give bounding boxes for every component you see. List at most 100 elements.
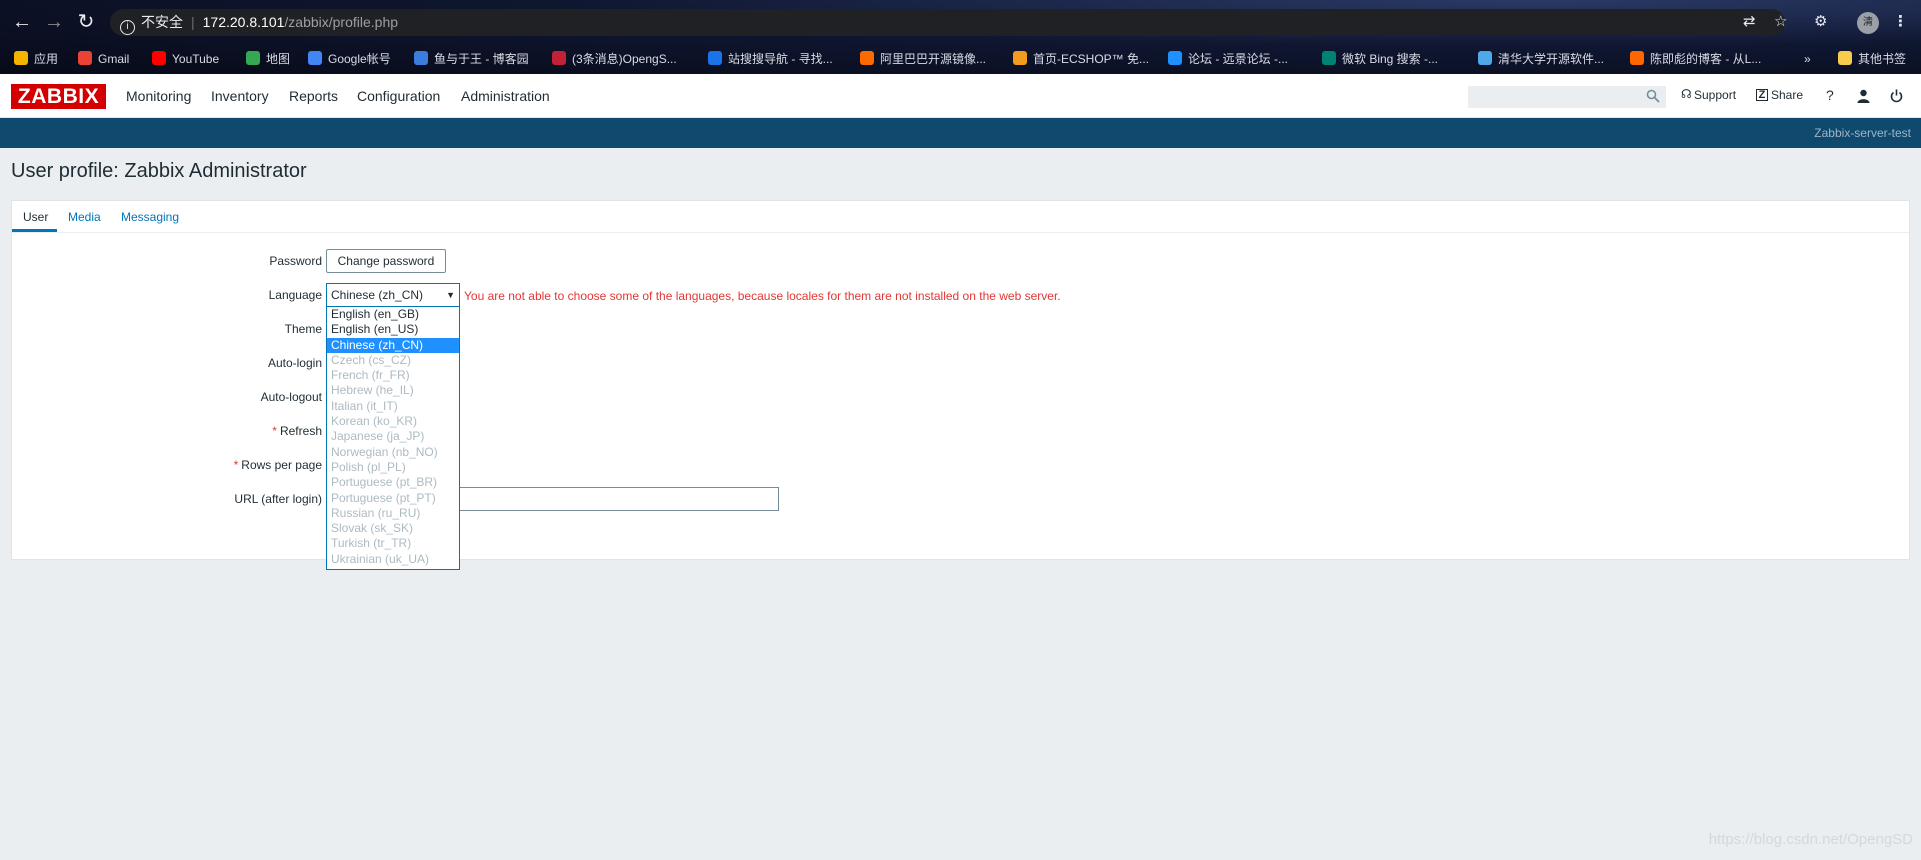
bookmark-item[interactable]: 微软 Bing 搜索 -... <box>1322 50 1438 68</box>
bookmark-label: 微软 Bing 搜索 -... <box>1342 52 1439 66</box>
reload-icon[interactable]: ↻ <box>74 10 98 34</box>
language-option[interactable]: Chinese (zh_CN) <box>327 337 459 353</box>
bookmark-label: 阿里巴巴开源镜像... <box>880 52 987 66</box>
bookmark-item[interactable]: Gmail <box>78 50 129 68</box>
bookmark-label: Google帐号 <box>328 52 391 66</box>
more-bookmarks-button[interactable]: » <box>1804 50 1811 68</box>
back-arrow-icon[interactable]: ← <box>10 10 34 34</box>
maps-icon <box>246 51 260 65</box>
info-icon[interactable]: i <box>120 20 135 35</box>
browser-chrome: ← → ↻ i 不安全 | 172.20.8.101/zabbix/profile.p… <box>0 0 1921 74</box>
url-path: /zabbix/profile.php <box>284 14 399 30</box>
csdn-icon <box>552 51 566 65</box>
active-tab-indicator <box>12 229 57 232</box>
bookmark-label: Gmail <box>98 52 130 66</box>
profile-avatar[interactable]: 清 <box>1857 12 1879 34</box>
bookmark-label: YouTube <box>172 52 220 66</box>
help-icon[interactable]: ? <box>1826 87 1834 103</box>
bookmark-label: 其他书签 <box>1858 52 1907 66</box>
page-title: User profile: Zabbix Administrator <box>11 160 307 182</box>
language-option: French (fr_FR) <box>331 368 410 383</box>
support-link[interactable]: Support <box>1694 88 1736 102</box>
gmail-icon <box>78 51 92 65</box>
bookmark-label: 首页-ECSHOP™ 免... <box>1033 52 1150 66</box>
insecure-label: 不安全 <box>141 14 183 30</box>
user-profile-icon[interactable] <box>1857 89 1870 103</box>
language-option: Hebrew (he_IL) <box>331 383 414 398</box>
bookmark-label: 陈即彪的博客 - 从L... <box>1650 52 1762 66</box>
bookmark-item[interactable]: 阿里巴巴开源镜像... <box>860 50 986 68</box>
language-option: Turkish (tr_TR) <box>331 536 412 551</box>
bookmark-item[interactable]: 应用 <box>14 50 58 68</box>
search-icon[interactable] <box>1646 89 1660 103</box>
bookmark-item[interactable]: 站搜搜导航 - 寻找... <box>708 50 833 68</box>
language-option[interactable]: English (en_GB) <box>327 307 459 322</box>
bookmark-label: 应用 <box>34 52 59 66</box>
bookmark-item[interactable]: 清华大学开源软件... <box>1478 50 1604 68</box>
url-host: 172.20.8.101 <box>202 14 285 30</box>
zabbix-header: ZABBIX Monitoring Inventory Reports Conf… <box>0 74 1921 118</box>
language-dropdown-list[interactable]: English (en_GB) English (en_US) Chinese (z… <box>326 306 460 570</box>
blog-icon <box>1630 51 1644 65</box>
headset-icon[interactable]: ☊ <box>1681 87 1692 101</box>
language-option: Ukrainian (uk_UA) <box>331 551 430 566</box>
other-bookmarks-folder[interactable]: 其他书签 <box>1838 50 1906 68</box>
language-option: Italian (it_IT) <box>331 398 398 413</box>
required-asterisk: * <box>233 458 239 472</box>
address-bar[interactable]: i 不安全 | 172.20.8.101/zabbix/profile.php <box>110 9 1785 36</box>
change-password-button[interactable]: Change password <box>326 249 446 273</box>
bookmark-item[interactable]: 论坛 - 远景论坛 -... <box>1168 50 1288 68</box>
bookmark-item[interactable]: (3条消息)OpengS... <box>552 50 677 68</box>
translate-icon[interactable]: ⇄ <box>1743 12 1756 30</box>
language-option: Norwegian (nb_NO) <box>331 444 438 459</box>
bookmark-item[interactable]: 地图 <box>246 50 290 68</box>
youtube-icon <box>152 51 166 65</box>
theme-label: Theme <box>284 322 322 336</box>
kebab-menu-icon[interactable]: ⋮ <box>1893 12 1908 30</box>
google-icon <box>308 51 322 65</box>
tab-user[interactable]: User <box>23 210 48 224</box>
menu-reports[interactable]: Reports <box>289 88 338 104</box>
menu-configuration[interactable]: Configuration <box>357 88 440 104</box>
bookmark-item[interactable]: YouTube <box>152 50 219 68</box>
share-link[interactable]: Share <box>1771 88 1803 102</box>
rows-per-page-label: * Rows per page <box>233 458 322 472</box>
sign-out-icon[interactable] <box>1890 89 1903 103</box>
language-select[interactable]: Chinese (zh_CN) ▼ <box>326 283 460 307</box>
cnblogs-icon <box>414 51 428 65</box>
bookmark-item[interactable]: Google帐号 <box>308 50 391 68</box>
share-icon[interactable]: Z <box>1756 89 1768 101</box>
bookmark-label: 清华大学开源软件... <box>1498 52 1605 66</box>
bookmark-item[interactable]: 陈即彪的博客 - 从L... <box>1630 50 1761 68</box>
menu-inventory[interactable]: Inventory <box>211 88 269 104</box>
language-option[interactable]: English (en_US) <box>327 322 459 337</box>
star-icon[interactable]: ☆ <box>1774 12 1787 30</box>
server-name-bar: Zabbix-server-test <box>0 118 1921 148</box>
forward-arrow-icon[interactable]: → <box>42 10 66 34</box>
bookmark-item[interactable]: 首页-ECSHOP™ 免... <box>1013 50 1149 68</box>
tab-messaging[interactable]: Messaging <box>121 210 179 224</box>
address-bar-row: ← → ↻ i 不安全 | 172.20.8.101/zabbix/profile.p… <box>0 0 1921 44</box>
language-option: Czech (cs_CZ) <box>331 352 412 367</box>
site-icon <box>708 51 722 65</box>
language-option: Polish (pl_PL) <box>331 459 406 474</box>
bookmark-item[interactable]: 鱼与于王 - 博客园 <box>414 50 529 68</box>
refresh-label: * Refresh <box>272 424 322 438</box>
bookmark-label: 论坛 - 远景论坛 -... <box>1188 52 1288 66</box>
language-option: Russian (ru_RU) <box>331 505 421 520</box>
zabbix-logo[interactable]: ZABBIX <box>11 84 106 109</box>
extension-icon[interactable]: ⚙ <box>1814 12 1827 30</box>
language-label: Language <box>268 288 322 302</box>
language-warning: You are not able to choose some of the l… <box>464 289 1061 303</box>
tab-media[interactable]: Media <box>68 210 101 224</box>
menu-administration[interactable]: Administration <box>461 88 550 104</box>
language-option: Korean (ko_KR) <box>331 414 418 429</box>
language-option: Japanese (ja_JP) <box>331 429 425 444</box>
search-input[interactable] <box>1468 86 1666 108</box>
bookmark-label: 地图 <box>266 52 291 66</box>
tuna-icon <box>1478 51 1492 65</box>
password-label: Password <box>269 254 322 268</box>
menu-monitoring[interactable]: Monitoring <box>126 88 191 104</box>
language-option: Portuguese (pt_PT) <box>331 490 436 505</box>
bookmark-label: 鱼与于王 - 博客园 <box>434 52 529 66</box>
